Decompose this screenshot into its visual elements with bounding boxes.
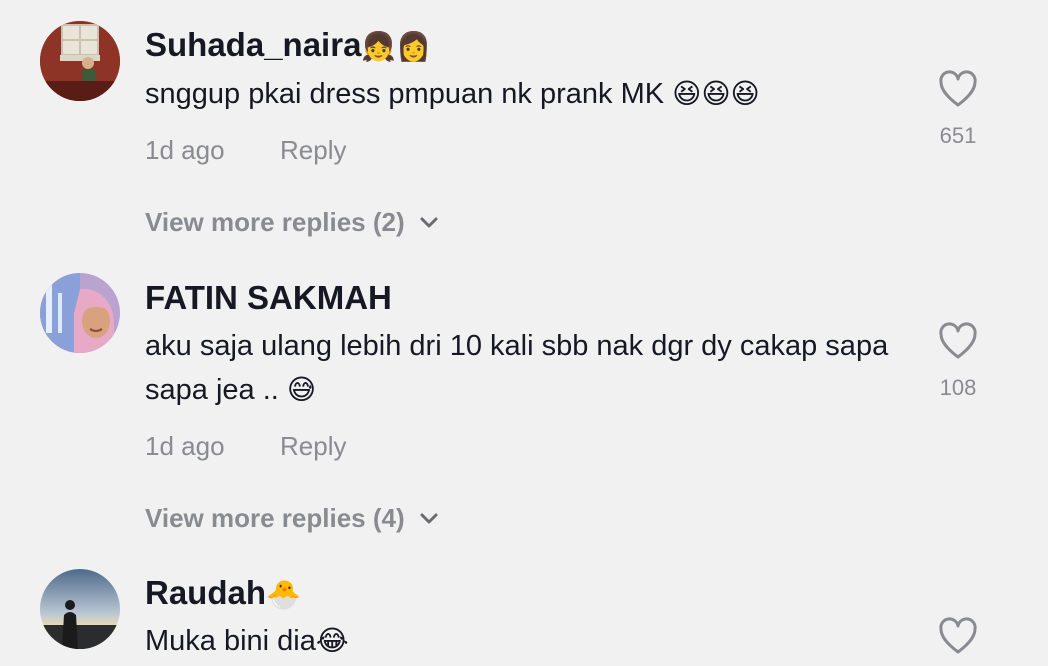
chevron-down-icon	[420, 513, 438, 523]
comment-username[interactable]: Suhada_naira👧👩	[145, 28, 431, 61]
comment-text-emoji: 😅	[286, 373, 317, 406]
reply-button[interactable]: Reply	[280, 431, 346, 462]
chevron-down-icon	[420, 217, 438, 227]
comment-username[interactable]: Raudah🐣	[145, 576, 301, 609]
comment-username[interactable]: FATIN SAKMAH	[145, 281, 392, 314]
comment-text-body: aku saja ulang lebih dri 10 kali sbb nak…	[145, 330, 889, 406]
comment-text-emoji: 😆😆😆	[672, 77, 760, 110]
view-more-replies-button[interactable]: View more replies (4)	[145, 503, 439, 534]
reply-button[interactable]: Reply	[280, 135, 346, 166]
view-more-replies-button[interactable]: View more replies (2)	[145, 207, 439, 238]
comment-text: snggup pkai dress pmpuan nk prank MK 😆😆😆	[145, 72, 905, 116]
heart-icon	[939, 322, 977, 359]
comment-timestamp: 1d ago	[145, 431, 225, 461]
heart-icon	[939, 617, 977, 654]
comment-text-body: snggup pkai dress pmpuan nk prank MK	[145, 78, 665, 110]
like-count: 108	[939, 375, 977, 400]
comment-timestamp: 1d ago	[145, 135, 225, 165]
username-emoji: 👧👩	[361, 30, 432, 63]
heart-icon	[939, 70, 977, 107]
comment-text-body: Muka bini dia	[145, 625, 316, 657]
username-text: FATIN SAKMAH	[145, 279, 392, 316]
avatar[interactable]	[40, 569, 120, 649]
username-text: Raudah	[145, 574, 267, 611]
like-button[interactable]	[938, 617, 978, 657]
like-count: 651	[939, 123, 977, 148]
comment-text: Muka bini dia😂	[145, 619, 905, 663]
like-button[interactable]	[938, 70, 978, 110]
username-text: Suhada_naira	[145, 26, 362, 63]
username-emoji: 🐣	[266, 578, 301, 611]
comment-text-emoji: 😂	[315, 624, 349, 657]
like-button[interactable]	[938, 322, 978, 362]
avatar[interactable]	[40, 21, 120, 101]
view-more-label: View more replies (4)	[145, 503, 405, 533]
comment-text: aku saja ulang lebih dri 10 kali sbb nak…	[145, 324, 905, 412]
avatar[interactable]	[40, 273, 120, 353]
view-more-label: View more replies (2)	[145, 207, 405, 237]
